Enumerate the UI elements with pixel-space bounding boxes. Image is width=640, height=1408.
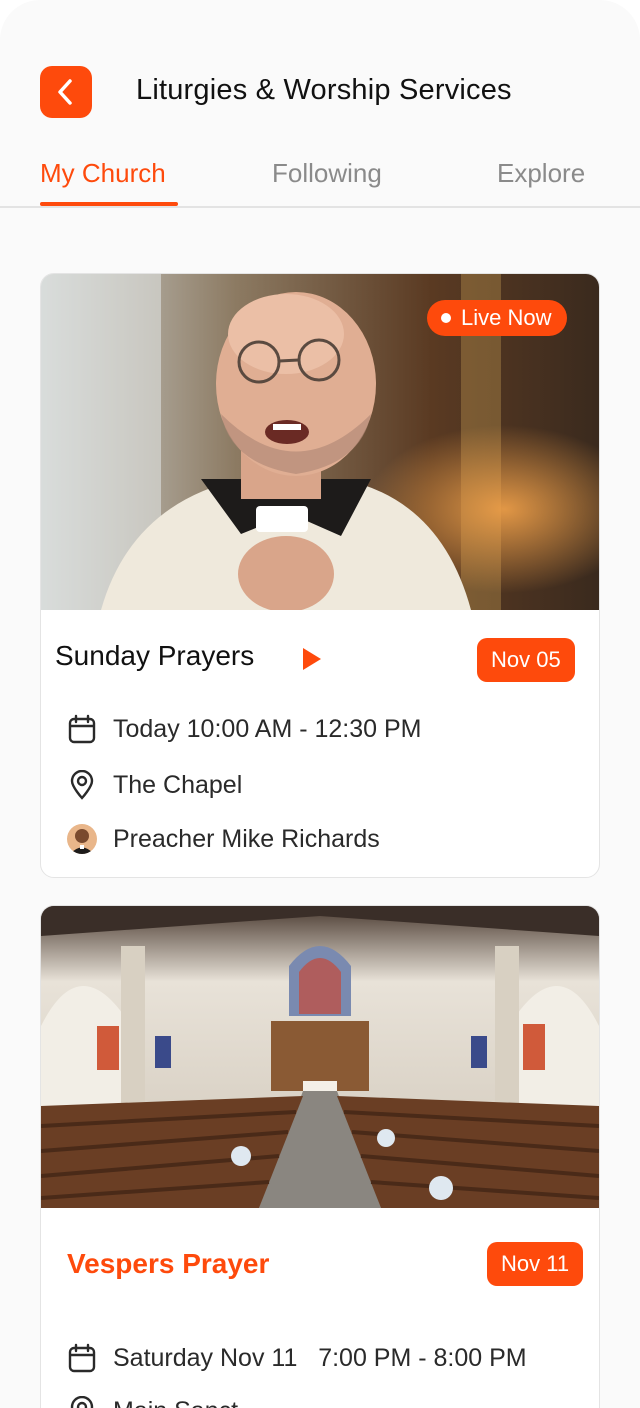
live-now-badge[interactable]: Live Now (427, 300, 568, 336)
service-location-row: Main Sanct... (67, 1396, 259, 1408)
live-dot-icon (441, 313, 451, 323)
app-screen: Liturgies & Worship Services My Church F… (0, 0, 640, 1408)
service-location: Main Sanct... (113, 1397, 259, 1408)
location-pin-icon (67, 1396, 97, 1408)
page-title: Liturgies & Worship Services (136, 74, 512, 106)
tab-following[interactable]: Following (272, 158, 382, 189)
service-card-vespers-prayer[interactable]: Vespers Prayer Nov 11 Saturday Nov 11 7:… (40, 905, 600, 1408)
service-time: Today 10:00 AM - 12:30 PM (113, 714, 422, 743)
service-time-row: Saturday Nov 11 7:00 PM - 8:00 PM (67, 1343, 527, 1373)
service-preacher-row[interactable]: Preacher Mike Richards (67, 824, 380, 854)
service-time-row: Today 10:00 AM - 12:30 PM (67, 714, 422, 744)
service-time: Saturday Nov 11 7:00 PM - 8:00 PM (113, 1343, 527, 1372)
service-location-row: The Chapel (67, 770, 242, 800)
service-title[interactable]: Sunday Prayers (55, 640, 254, 672)
service-preacher: Preacher Mike Richards (113, 824, 380, 853)
service-title[interactable]: Vespers Prayer (67, 1248, 269, 1280)
back-button[interactable] (40, 66, 92, 118)
service-card-sunday-prayers[interactable]: Live Now Sunday Prayers Nov 05 Today 10:… (40, 273, 600, 878)
date-badge: Nov 11 (487, 1242, 584, 1286)
avatar (67, 824, 97, 854)
calendar-icon (67, 1343, 97, 1373)
chevron-left-icon (58, 79, 72, 105)
location-pin-icon (67, 770, 97, 800)
play-icon[interactable] (301, 646, 323, 672)
tab-explore[interactable]: Explore (497, 158, 585, 189)
tab-my-church[interactable]: My Church (40, 158, 166, 189)
church-interior-photo (41, 906, 599, 1208)
priest-speaking-photo: Live Now (41, 274, 599, 610)
calendar-icon (67, 714, 97, 744)
active-tab-indicator (40, 202, 178, 206)
service-location: The Chapel (113, 770, 243, 799)
live-now-label: Live Now (461, 305, 552, 330)
date-badge: Nov 05 (477, 638, 575, 682)
tab-bar: My Church Following Explore (0, 150, 640, 208)
